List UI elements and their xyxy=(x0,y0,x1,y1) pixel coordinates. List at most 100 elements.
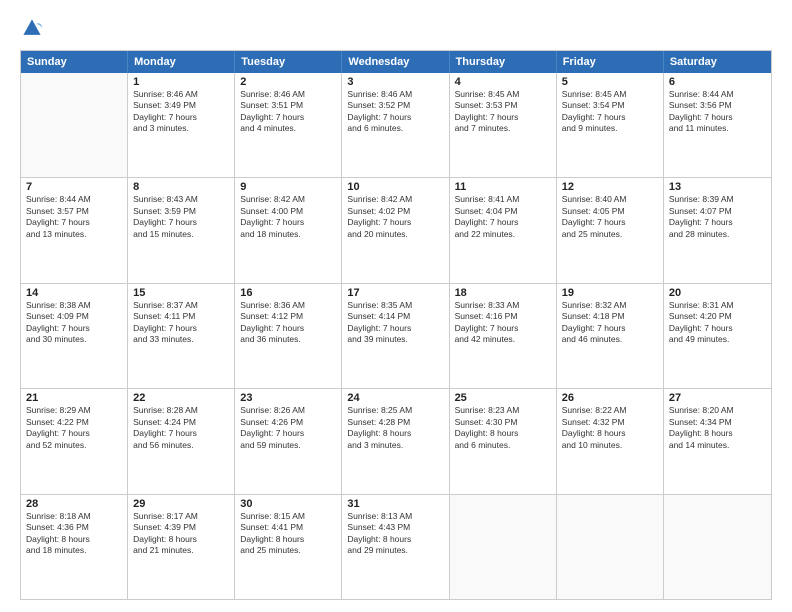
calendar-cell: 28Sunrise: 8:18 AMSunset: 4:36 PMDayligh… xyxy=(21,495,128,599)
cell-line: Sunset: 3:54 PM xyxy=(562,100,658,111)
cell-line: Daylight: 8 hours xyxy=(26,534,122,545)
logo xyxy=(20,16,48,40)
cell-line: Daylight: 7 hours xyxy=(455,217,551,228)
calendar-cell: 2Sunrise: 8:46 AMSunset: 3:51 PMDaylight… xyxy=(235,73,342,177)
calendar-header: SundayMondayTuesdayWednesdayThursdayFrid… xyxy=(21,51,771,73)
page: SundayMondayTuesdayWednesdayThursdayFrid… xyxy=(0,0,792,612)
cell-line: Daylight: 7 hours xyxy=(562,217,658,228)
calendar-cell: 10Sunrise: 8:42 AMSunset: 4:02 PMDayligh… xyxy=(342,178,449,282)
cell-line: Daylight: 8 hours xyxy=(133,534,229,545)
cell-line: Daylight: 7 hours xyxy=(26,428,122,439)
cell-line: Sunset: 3:57 PM xyxy=(26,206,122,217)
cell-line: Sunset: 4:16 PM xyxy=(455,311,551,322)
day-number: 21 xyxy=(26,392,122,404)
weekday-header: Monday xyxy=(128,51,235,73)
cell-line: Sunrise: 8:46 AM xyxy=(347,89,443,100)
cell-line: Daylight: 7 hours xyxy=(347,217,443,228)
calendar-cell: 19Sunrise: 8:32 AMSunset: 4:18 PMDayligh… xyxy=(557,284,664,388)
calendar-cell: 21Sunrise: 8:29 AMSunset: 4:22 PMDayligh… xyxy=(21,389,128,493)
calendar-cell: 24Sunrise: 8:25 AMSunset: 4:28 PMDayligh… xyxy=(342,389,449,493)
cell-line: Sunset: 4:34 PM xyxy=(669,417,766,428)
cell-line: Daylight: 7 hours xyxy=(562,323,658,334)
cell-line: Sunrise: 8:32 AM xyxy=(562,300,658,311)
cell-line: Daylight: 7 hours xyxy=(455,112,551,123)
cell-line: Sunrise: 8:44 AM xyxy=(669,89,766,100)
calendar-cell: 20Sunrise: 8:31 AMSunset: 4:20 PMDayligh… xyxy=(664,284,771,388)
header xyxy=(20,16,772,40)
day-number: 27 xyxy=(669,392,766,404)
cell-line: Daylight: 7 hours xyxy=(26,217,122,228)
day-number: 26 xyxy=(562,392,658,404)
cell-line: and 46 minutes. xyxy=(562,334,658,345)
weekday-header: Friday xyxy=(557,51,664,73)
cell-line: Sunrise: 8:41 AM xyxy=(455,194,551,205)
cell-line: Daylight: 7 hours xyxy=(133,323,229,334)
cell-line: Daylight: 7 hours xyxy=(240,428,336,439)
cell-line: Sunrise: 8:40 AM xyxy=(562,194,658,205)
cell-line: Daylight: 7 hours xyxy=(347,112,443,123)
cell-line: and 15 minutes. xyxy=(133,229,229,240)
cell-line: and 20 minutes. xyxy=(347,229,443,240)
cell-line: Sunrise: 8:37 AM xyxy=(133,300,229,311)
cell-line: Sunset: 4:18 PM xyxy=(562,311,658,322)
cell-line: and 28 minutes. xyxy=(669,229,766,240)
day-number: 16 xyxy=(240,287,336,299)
cell-line: Sunrise: 8:46 AM xyxy=(133,89,229,100)
calendar-row: 14Sunrise: 8:38 AMSunset: 4:09 PMDayligh… xyxy=(21,284,771,389)
cell-line: Sunrise: 8:20 AM xyxy=(669,405,766,416)
cell-line: Sunset: 3:52 PM xyxy=(347,100,443,111)
cell-line: and 22 minutes. xyxy=(455,229,551,240)
day-number: 5 xyxy=(562,76,658,88)
cell-line: Sunrise: 8:38 AM xyxy=(26,300,122,311)
calendar-cell: 13Sunrise: 8:39 AMSunset: 4:07 PMDayligh… xyxy=(664,178,771,282)
cell-line: Sunset: 4:39 PM xyxy=(133,522,229,533)
calendar-cell: 4Sunrise: 8:45 AMSunset: 3:53 PMDaylight… xyxy=(450,73,557,177)
cell-line: Sunset: 4:41 PM xyxy=(240,522,336,533)
cell-line: and 30 minutes. xyxy=(26,334,122,345)
calendar-cell: 8Sunrise: 8:43 AMSunset: 3:59 PMDaylight… xyxy=(128,178,235,282)
cell-line: and 18 minutes. xyxy=(26,545,122,556)
cell-line: and 6 minutes. xyxy=(455,440,551,451)
day-number: 22 xyxy=(133,392,229,404)
cell-line: Daylight: 7 hours xyxy=(133,112,229,123)
cell-line: Sunrise: 8:31 AM xyxy=(669,300,766,311)
day-number: 19 xyxy=(562,287,658,299)
cell-line: and 3 minutes. xyxy=(133,123,229,134)
calendar: SundayMondayTuesdayWednesdayThursdayFrid… xyxy=(20,50,772,600)
calendar-cell xyxy=(664,495,771,599)
day-number: 29 xyxy=(133,498,229,510)
cell-line: Sunset: 4:02 PM xyxy=(347,206,443,217)
day-number: 17 xyxy=(347,287,443,299)
calendar-row: 1Sunrise: 8:46 AMSunset: 3:49 PMDaylight… xyxy=(21,73,771,178)
day-number: 1 xyxy=(133,76,229,88)
cell-line: Daylight: 7 hours xyxy=(133,428,229,439)
cell-line: Sunrise: 8:28 AM xyxy=(133,405,229,416)
calendar-cell xyxy=(557,495,664,599)
calendar-cell: 5Sunrise: 8:45 AMSunset: 3:54 PMDaylight… xyxy=(557,73,664,177)
cell-line: Daylight: 7 hours xyxy=(240,323,336,334)
calendar-cell: 23Sunrise: 8:26 AMSunset: 4:26 PMDayligh… xyxy=(235,389,342,493)
cell-line: Daylight: 7 hours xyxy=(562,112,658,123)
cell-line: and 25 minutes. xyxy=(240,545,336,556)
day-number: 23 xyxy=(240,392,336,404)
cell-line: and 59 minutes. xyxy=(240,440,336,451)
calendar-cell xyxy=(21,73,128,177)
cell-line: Sunrise: 8:45 AM xyxy=(562,89,658,100)
weekday-header: Tuesday xyxy=(235,51,342,73)
calendar-cell: 22Sunrise: 8:28 AMSunset: 4:24 PMDayligh… xyxy=(128,389,235,493)
calendar-cell: 1Sunrise: 8:46 AMSunset: 3:49 PMDaylight… xyxy=(128,73,235,177)
weekday-header: Wednesday xyxy=(342,51,449,73)
cell-line: Sunset: 4:32 PM xyxy=(562,417,658,428)
cell-line: Sunrise: 8:33 AM xyxy=(455,300,551,311)
cell-line: Sunset: 3:53 PM xyxy=(455,100,551,111)
calendar-cell: 16Sunrise: 8:36 AMSunset: 4:12 PMDayligh… xyxy=(235,284,342,388)
cell-line: and 36 minutes. xyxy=(240,334,336,345)
calendar-cell: 30Sunrise: 8:15 AMSunset: 4:41 PMDayligh… xyxy=(235,495,342,599)
cell-line: and 18 minutes. xyxy=(240,229,336,240)
calendar-cell: 6Sunrise: 8:44 AMSunset: 3:56 PMDaylight… xyxy=(664,73,771,177)
cell-line: Daylight: 7 hours xyxy=(669,323,766,334)
cell-line: and 13 minutes. xyxy=(26,229,122,240)
cell-line: Sunset: 4:14 PM xyxy=(347,311,443,322)
cell-line: Sunset: 4:07 PM xyxy=(669,206,766,217)
day-number: 10 xyxy=(347,181,443,193)
